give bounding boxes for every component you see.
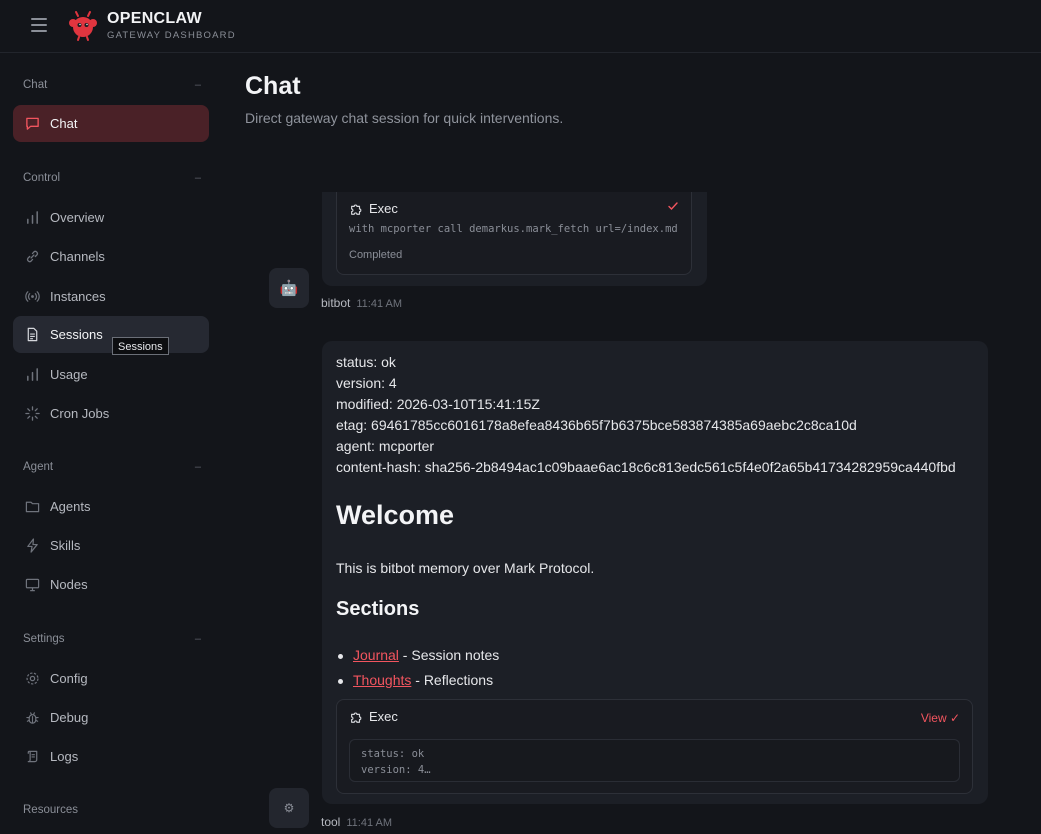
sender-name: bitbot bbox=[321, 296, 351, 310]
sidebar-item-channels[interactable]: Channels bbox=[13, 238, 209, 275]
section-title: Agent bbox=[23, 461, 54, 473]
avatar: ⚙ bbox=[269, 788, 309, 828]
section-header-resources[interactable]: Resources bbox=[23, 804, 201, 816]
sidebar-item-skills[interactable]: Skills bbox=[13, 527, 209, 564]
file-text-icon bbox=[27, 327, 38, 342]
journal-link[interactable]: Journal bbox=[353, 647, 399, 663]
tool-status: Completed bbox=[349, 249, 403, 261]
message-intro: This is bitbot memory over Mark Protocol… bbox=[336, 560, 595, 576]
check-icon bbox=[668, 202, 678, 211]
sidebar-item-instances[interactable]: Instances bbox=[13, 278, 209, 315]
top-bar: OPENCLAW GATEWAY DASHBOARD bbox=[0, 0, 1041, 53]
collapse-icon[interactable]: – bbox=[195, 79, 201, 91]
monitor-icon bbox=[25, 578, 40, 592]
sidebar-item-logs[interactable]: Logs bbox=[13, 738, 209, 775]
sidebar-item-label: Nodes bbox=[50, 577, 88, 592]
tool-title: Exec bbox=[369, 201, 398, 216]
section-title: Chat bbox=[23, 79, 48, 91]
sidebar-item-label: Channels bbox=[50, 249, 105, 264]
sidebar-item-label: Config bbox=[50, 671, 88, 686]
bug-icon bbox=[26, 712, 39, 724]
section-title: Resources bbox=[23, 804, 78, 816]
settings-icon bbox=[26, 672, 39, 685]
list-item: Journal - Session notes bbox=[338, 647, 499, 663]
scroll-icon bbox=[27, 750, 38, 763]
section-header-chat[interactable]: Chat – bbox=[23, 79, 201, 91]
puzzle-icon bbox=[351, 712, 362, 723]
sidebar-item-label: Instances bbox=[50, 289, 106, 304]
collapse-icon[interactable]: – bbox=[195, 633, 201, 645]
list-item-text: - Session notes bbox=[398, 647, 500, 663]
sidebar-item-debug[interactable]: Debug bbox=[13, 699, 209, 736]
puzzle-icon bbox=[351, 204, 362, 215]
sidebar-item-sessions[interactable]: Sessions bbox=[13, 316, 209, 353]
text-line: version: 4 bbox=[336, 375, 397, 391]
text-line: agent: mcporter bbox=[336, 438, 435, 454]
sidebar-item-cron-jobs[interactable]: Cron Jobs bbox=[13, 395, 209, 432]
page-subtitle: Direct gateway chat session for quick in… bbox=[245, 110, 564, 126]
timestamp: 11:41 AM bbox=[346, 817, 393, 829]
sidebar-item-label: Debug bbox=[50, 710, 89, 725]
text-line: content-hash: sha256-2b8494ac1c09baae6ac… bbox=[336, 459, 956, 475]
openclaw-logo-icon bbox=[69, 11, 97, 41]
tool-command: with mcporter call demarkus.mark_fetch u… bbox=[349, 223, 678, 235]
thoughts-link[interactable]: Thoughts bbox=[353, 672, 411, 688]
brand-subtitle: GATEWAY DASHBOARD bbox=[107, 30, 236, 41]
sidebar-item-label: Usage bbox=[50, 367, 88, 382]
radio-icon bbox=[25, 291, 40, 302]
page-title: Chat bbox=[245, 72, 301, 100]
folder-icon bbox=[25, 501, 40, 513]
text-line: modified: 2026-03-10T15:41:15Z bbox=[336, 396, 540, 412]
menu-icon[interactable] bbox=[31, 18, 47, 32]
sidebar-item-label: Overview bbox=[50, 210, 105, 225]
section-title: Settings bbox=[23, 633, 65, 645]
tool-card-title: Exec bbox=[349, 709, 398, 724]
sidebar-item-nodes[interactable]: Nodes bbox=[13, 566, 209, 603]
sidebar-item-label: Chat bbox=[50, 116, 78, 131]
sidebar-item-label: Logs bbox=[50, 749, 79, 764]
link-icon bbox=[26, 250, 39, 263]
sidebar-item-overview[interactable]: Overview bbox=[13, 199, 209, 236]
bar-chart-icon bbox=[27, 368, 38, 381]
message-subheading: Sections bbox=[336, 598, 420, 620]
sidebar-item-label: Agents bbox=[50, 499, 91, 514]
sidebar-item-label: Cron Jobs bbox=[50, 406, 110, 421]
tool-output-line: status: ok bbox=[361, 748, 425, 760]
text-line: etag: 69461785cc6016178a8efea8436b65f7b6… bbox=[336, 417, 857, 433]
text-line: status: ok bbox=[336, 354, 396, 370]
bar-chart-icon bbox=[27, 211, 38, 224]
section-title: Control bbox=[23, 172, 61, 184]
list-item: Thoughts - Reflections bbox=[338, 672, 493, 688]
collapse-icon[interactable]: – bbox=[195, 461, 201, 473]
tool-output: status: ok version: 4… bbox=[349, 739, 960, 782]
avatar: 🤖 bbox=[269, 268, 309, 308]
message-meta: bitbot 11:41 AM bbox=[321, 296, 402, 310]
sidebar-item-agents[interactable]: Agents bbox=[13, 488, 209, 525]
view-button[interactable]: View ✓ bbox=[921, 711, 960, 725]
sender-name: tool bbox=[321, 815, 341, 829]
brand-name: OPENCLAW bbox=[107, 10, 202, 27]
section-header-settings[interactable]: Settings – bbox=[23, 633, 201, 645]
tool-card-title: Exec bbox=[349, 201, 398, 216]
loader-icon bbox=[25, 406, 40, 421]
tooltip: Sessions bbox=[112, 337, 169, 355]
sidebar-item-config[interactable]: Config bbox=[13, 660, 209, 697]
zap-icon bbox=[27, 538, 38, 553]
tool-card: Exec with mcporter call demarkus.mark_fe… bbox=[336, 192, 692, 275]
tool-card: Exec View ✓ status: ok version: 4… bbox=[336, 699, 973, 794]
message-square-icon bbox=[26, 117, 39, 130]
collapse-icon[interactable]: – bbox=[195, 172, 201, 184]
section-header-control[interactable]: Control – bbox=[23, 172, 201, 184]
sidebar-item-chat[interactable]: Chat bbox=[13, 105, 209, 142]
message-heading: Welcome bbox=[336, 500, 455, 530]
sidebar-item-label: Skills bbox=[50, 538, 81, 553]
timestamp: 11:41 AM bbox=[356, 298, 403, 310]
message-meta: tool 11:41 AM bbox=[321, 815, 392, 829]
sidebar-item-usage[interactable]: Usage bbox=[13, 356, 209, 393]
list-item-text: - Reflections bbox=[411, 672, 494, 688]
tool-output-line: version: 4… bbox=[361, 764, 431, 776]
tool-title: Exec bbox=[369, 709, 398, 724]
section-header-agent[interactable]: Agent – bbox=[23, 461, 201, 473]
sidebar-item-label: Sessions bbox=[50, 327, 103, 342]
